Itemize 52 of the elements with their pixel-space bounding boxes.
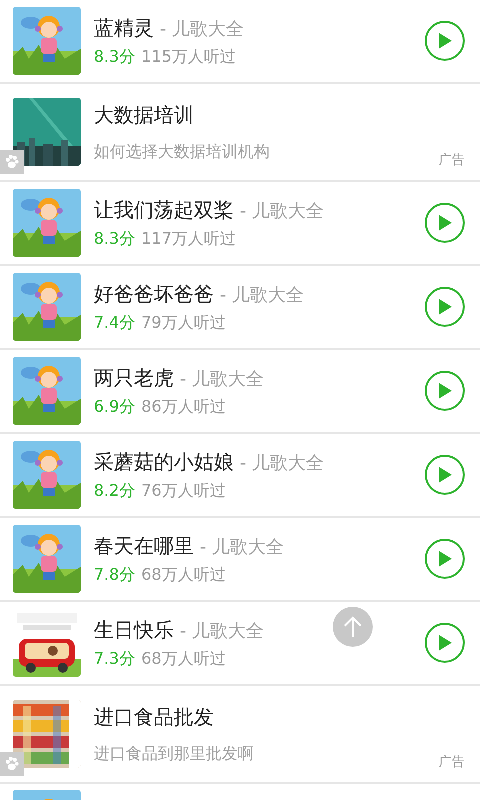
play-icon [438,635,452,651]
album-name: - 儿歌大全 [220,284,304,308]
ad-label: 广告 [439,754,465,772]
song-score: 7.8分 [94,564,136,586]
play-button[interactable] [425,203,465,243]
play-count: 76万人听过 [141,480,226,502]
play-button[interactable] [425,287,465,327]
song-score: 6.9分 [94,396,136,418]
song-title: 让我们荡起双桨 [94,197,234,224]
play-count: 86万人听过 [141,396,226,418]
ad-title: 进口食品批发 [94,704,215,731]
song-score: 7.3分 [94,648,136,670]
song-score: 8.2分 [94,480,136,502]
play-count: 68万人听过 [141,648,226,670]
song-title: 采蘑菇的小姑娘 [94,449,234,476]
play-count: 115万人听过 [141,46,236,68]
ad-title: 大数据培训 [94,102,195,129]
song-title: 蓝精灵 [94,15,154,42]
play-button[interactable] [425,623,465,663]
play-button[interactable] [425,21,465,61]
ad-label: 广告 [439,152,465,170]
play-button[interactable] [425,539,465,579]
paw-badge-icon [0,752,24,776]
play-icon [438,467,452,483]
ad-description: 进口食品到那里批发啊 [94,743,254,765]
play-count: 68万人听过 [141,564,226,586]
song-title: 春天在哪里 [94,533,194,560]
play-icon [438,33,452,49]
song-score: 8.3分 [94,46,136,68]
scroll-to-top-button[interactable] [333,607,373,647]
song-title: 两只老虎 [94,365,174,392]
album-name: - 儿歌大全 [200,536,284,560]
play-icon [438,215,452,231]
play-count: 117万人听过 [141,228,236,250]
play-icon [438,551,452,567]
song-title: 生日快乐 [94,617,174,644]
album-name: - 儿歌大全 [160,18,244,42]
play-button[interactable] [425,455,465,495]
play-button[interactable] [425,371,465,411]
up-arrow-icon [343,615,363,639]
album-name: - 儿歌大全 [240,452,324,476]
album-name: - 儿歌大全 [180,368,264,392]
album-name: - 儿歌大全 [240,200,324,224]
play-icon [438,383,452,399]
song-score: 8.3分 [94,228,136,250]
song-title: 好爸爸坏爸爸 [94,281,214,308]
play-count: 79万人听过 [141,312,226,334]
ad-description: 如何选择大数据培训机构 [94,141,270,163]
play-icon [438,299,452,315]
song-score: 7.4分 [94,312,136,334]
album-name: - 儿歌大全 [180,620,264,644]
paw-badge-icon [0,150,24,174]
